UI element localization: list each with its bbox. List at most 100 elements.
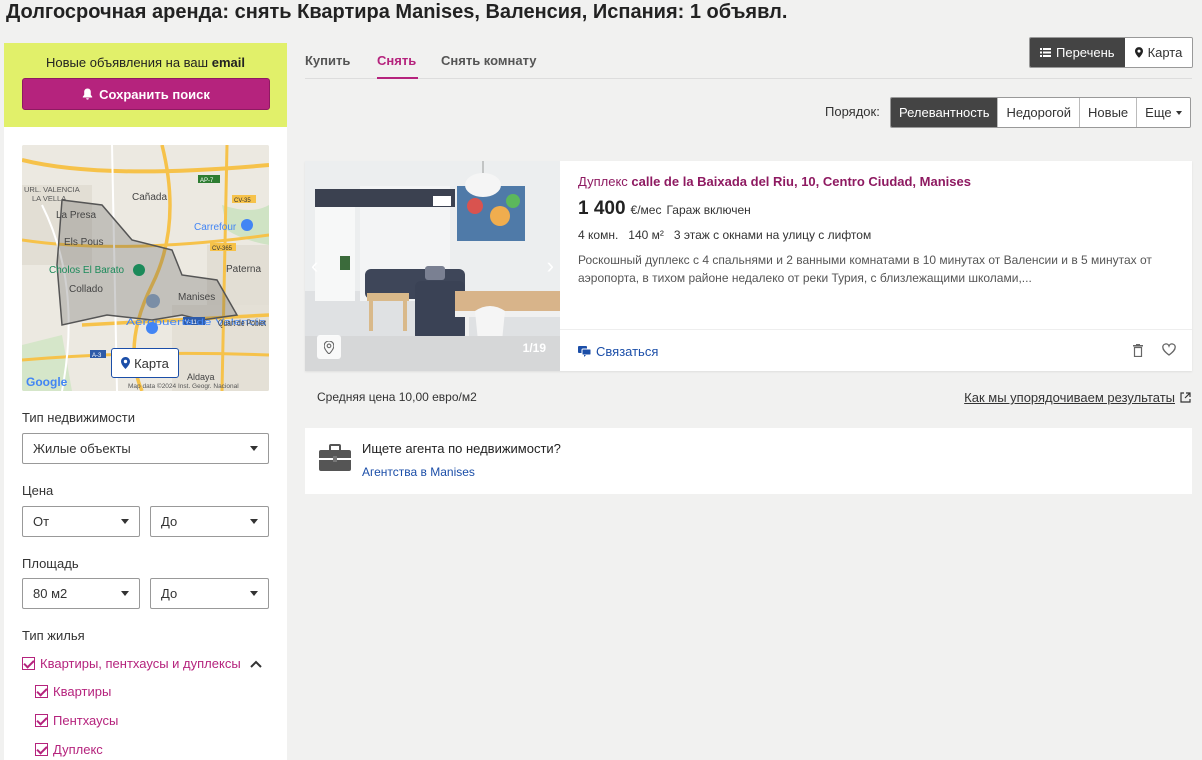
list-view-label: Перечень <box>1056 45 1115 60</box>
price-to-value: До <box>161 514 178 529</box>
sort-new-button[interactable]: Новые <box>1079 98 1137 127</box>
briefcase-icon <box>319 444 351 471</box>
area-from-value: 80 м2 <box>33 586 68 601</box>
caret-down-icon <box>121 519 129 524</box>
housing-duplexes-label: Дуплекс <box>53 742 103 757</box>
sort-relevance-button[interactable]: Релевантность <box>891 98 998 127</box>
tab-buy[interactable]: Купить <box>305 53 350 68</box>
checkbox-checked-icon <box>35 714 48 727</box>
sort-more-button[interactable]: Еще <box>1136 98 1190 127</box>
area-from-select[interactable]: 80 м2 <box>22 578 140 609</box>
sort-cheap-button[interactable]: Недорогой <box>997 98 1080 127</box>
ranking-explanation-link[interactable]: Как мы упорядочиваем результаты <box>964 390 1191 405</box>
living-room-photo <box>305 161 560 371</box>
caret-down-icon <box>250 519 258 524</box>
tab-rent-room[interactable]: Снять комнату <box>441 53 537 68</box>
caret-down-icon <box>1175 110 1182 115</box>
average-price: Средняя цена 10,00 евро/м2 <box>317 390 477 404</box>
price-from-select[interactable]: От <box>22 506 140 537</box>
sort-options: Релевантность Недорогой Новые Еще <box>890 97 1191 128</box>
ranking-explanation-label: Как мы упорядочиваем результаты <box>964 390 1175 405</box>
map-label-cv35: CV-35 <box>234 198 251 204</box>
chevron-up-icon[interactable] <box>249 660 262 668</box>
map-view-label: Карта <box>1147 45 1183 60</box>
chat-icon <box>578 346 591 357</box>
area-to-value: До <box>161 586 178 601</box>
area-label: Площадь <box>22 556 79 571</box>
caret-down-icon <box>250 446 258 451</box>
map-view-button[interactable]: Карта <box>1124 38 1193 67</box>
listing-card[interactable]: ‹ › 1/19 Дуплекс calle de la Baixada del… <box>305 161 1192 371</box>
previous-photo-icon[interactable]: ‹ <box>311 253 318 279</box>
email-alert-box: Новые объявления на ваш email Сохранить … <box>4 43 287 127</box>
agent-promo-box: Ищете агента по недвижимости? Агентства … <box>305 428 1192 494</box>
map-copyright: Map data ©2024 Inst. Geogr. Nacional <box>128 382 239 390</box>
housing-flats-checkbox[interactable]: Квартиры <box>35 684 111 699</box>
map-pin-icon <box>121 357 131 369</box>
page-title: Долгосрочная аренда: снять Квартира Mani… <box>6 1 788 23</box>
list-icon <box>1040 48 1051 57</box>
map-label-valencia: URL. VALENCIA <box>24 185 80 194</box>
listing-price-unit: €/мес <box>630 203 662 217</box>
caret-down-icon <box>250 591 258 596</box>
map-label-aldaya: Aldaya <box>187 372 215 382</box>
email-alert-text: Новые объявления на ваш email <box>46 55 245 70</box>
map-label-paterna: Paterna <box>226 264 261 275</box>
housing-penthouses-checkbox[interactable]: Пентхаусы <box>35 713 118 728</box>
map-label-carrefour: Carrefour <box>194 222 237 233</box>
save-search-label: Сохранить поиск <box>99 86 210 102</box>
listing-title[interactable]: Дуплекс calle de la Baixada del Riu, 10,… <box>578 174 971 189</box>
mini-map[interactable]: AP-7 CV-35 CV-365 V-11 A-3 URL. VALENCIA… <box>22 145 269 391</box>
listing-footer: Связаться <box>560 329 1192 371</box>
heart-icon[interactable] <box>1162 343 1176 356</box>
housing-flats-label: Квартиры <box>53 684 112 699</box>
map-label-ap7: AP-7 <box>200 178 214 184</box>
map-label-canada: Cañada <box>132 192 167 203</box>
tab-rent[interactable]: Снять <box>377 53 416 68</box>
checkbox-checked-icon <box>35 685 48 698</box>
google-logo: Google <box>26 375 68 389</box>
agent-promo-title: Ищете агента по недвижимости? <box>362 441 561 456</box>
housing-group-checkbox[interactable]: Квартиры, пентхаусы и дуплексы <box>22 656 262 671</box>
photo-counter: 1/19 <box>522 341 546 355</box>
agencies-link[interactable]: Агентства в Manises <box>362 465 475 479</box>
next-photo-icon[interactable]: › <box>547 253 554 279</box>
map-label-cv365: CV-365 <box>212 246 233 252</box>
price-to-select[interactable]: До <box>150 506 269 537</box>
map-label-manises: Manises <box>178 292 215 303</box>
map-label-cholos: Cholos El Barato <box>49 265 124 276</box>
property-type-select[interactable]: Жилые объекты <box>22 433 269 464</box>
listing-type: Дуплекс <box>578 174 628 189</box>
area-to-select[interactable]: До <box>150 578 269 609</box>
housing-duplexes-checkbox[interactable]: Дуплекс <box>35 742 103 757</box>
map-label-a3: A-3 <box>92 353 102 359</box>
listing-description[interactable]: Роскошный дуплекс с 4 спальнями и 2 ванн… <box>578 251 1170 287</box>
open-map-label: Карта <box>134 355 169 371</box>
trash-icon[interactable] <box>1133 344 1143 357</box>
contact-button[interactable]: Связаться <box>578 344 658 359</box>
price-from-value: От <box>33 514 50 529</box>
housing-type-label: Тип жилья <box>22 628 85 643</box>
save-search-button[interactable]: Сохранить поиск <box>22 78 270 110</box>
listing-photo[interactable]: ‹ › 1/19 <box>305 161 560 371</box>
map-label-quart: Quart de Poblet <box>218 318 266 328</box>
sidebar: Новые объявления на ваш email Сохранить … <box>4 43 287 760</box>
checkbox-checked-icon <box>22 657 35 670</box>
listing-details: 4 комн. 140 м² 3 этаж с окнами на улицу … <box>578 228 872 242</box>
price-label: Цена <box>22 483 54 498</box>
caret-down-icon <box>121 591 129 596</box>
listing-price-row: 1 400 €/мес Гараж включен <box>578 198 751 220</box>
map-label-collado: Collado <box>69 284 103 295</box>
listing-price: 1 400 <box>578 198 626 219</box>
map-label-els-pous: Els Pous <box>64 237 103 248</box>
listing-garage: Гараж включен <box>666 203 751 217</box>
contact-label: Связаться <box>596 344 659 359</box>
sort-label: Порядок: <box>825 104 880 119</box>
photo-map-pin-icon[interactable] <box>317 335 341 359</box>
active-tab-indicator <box>377 77 418 79</box>
listing-address: calle de la Baixada del Riu, 10, Centro … <box>631 174 971 189</box>
open-map-button[interactable]: Карта <box>111 348 179 378</box>
property-type-label: Тип недвижимости <box>22 410 136 425</box>
list-view-button[interactable]: Перечень <box>1030 38 1125 67</box>
map-label-la-presa: La Presa <box>56 210 96 221</box>
